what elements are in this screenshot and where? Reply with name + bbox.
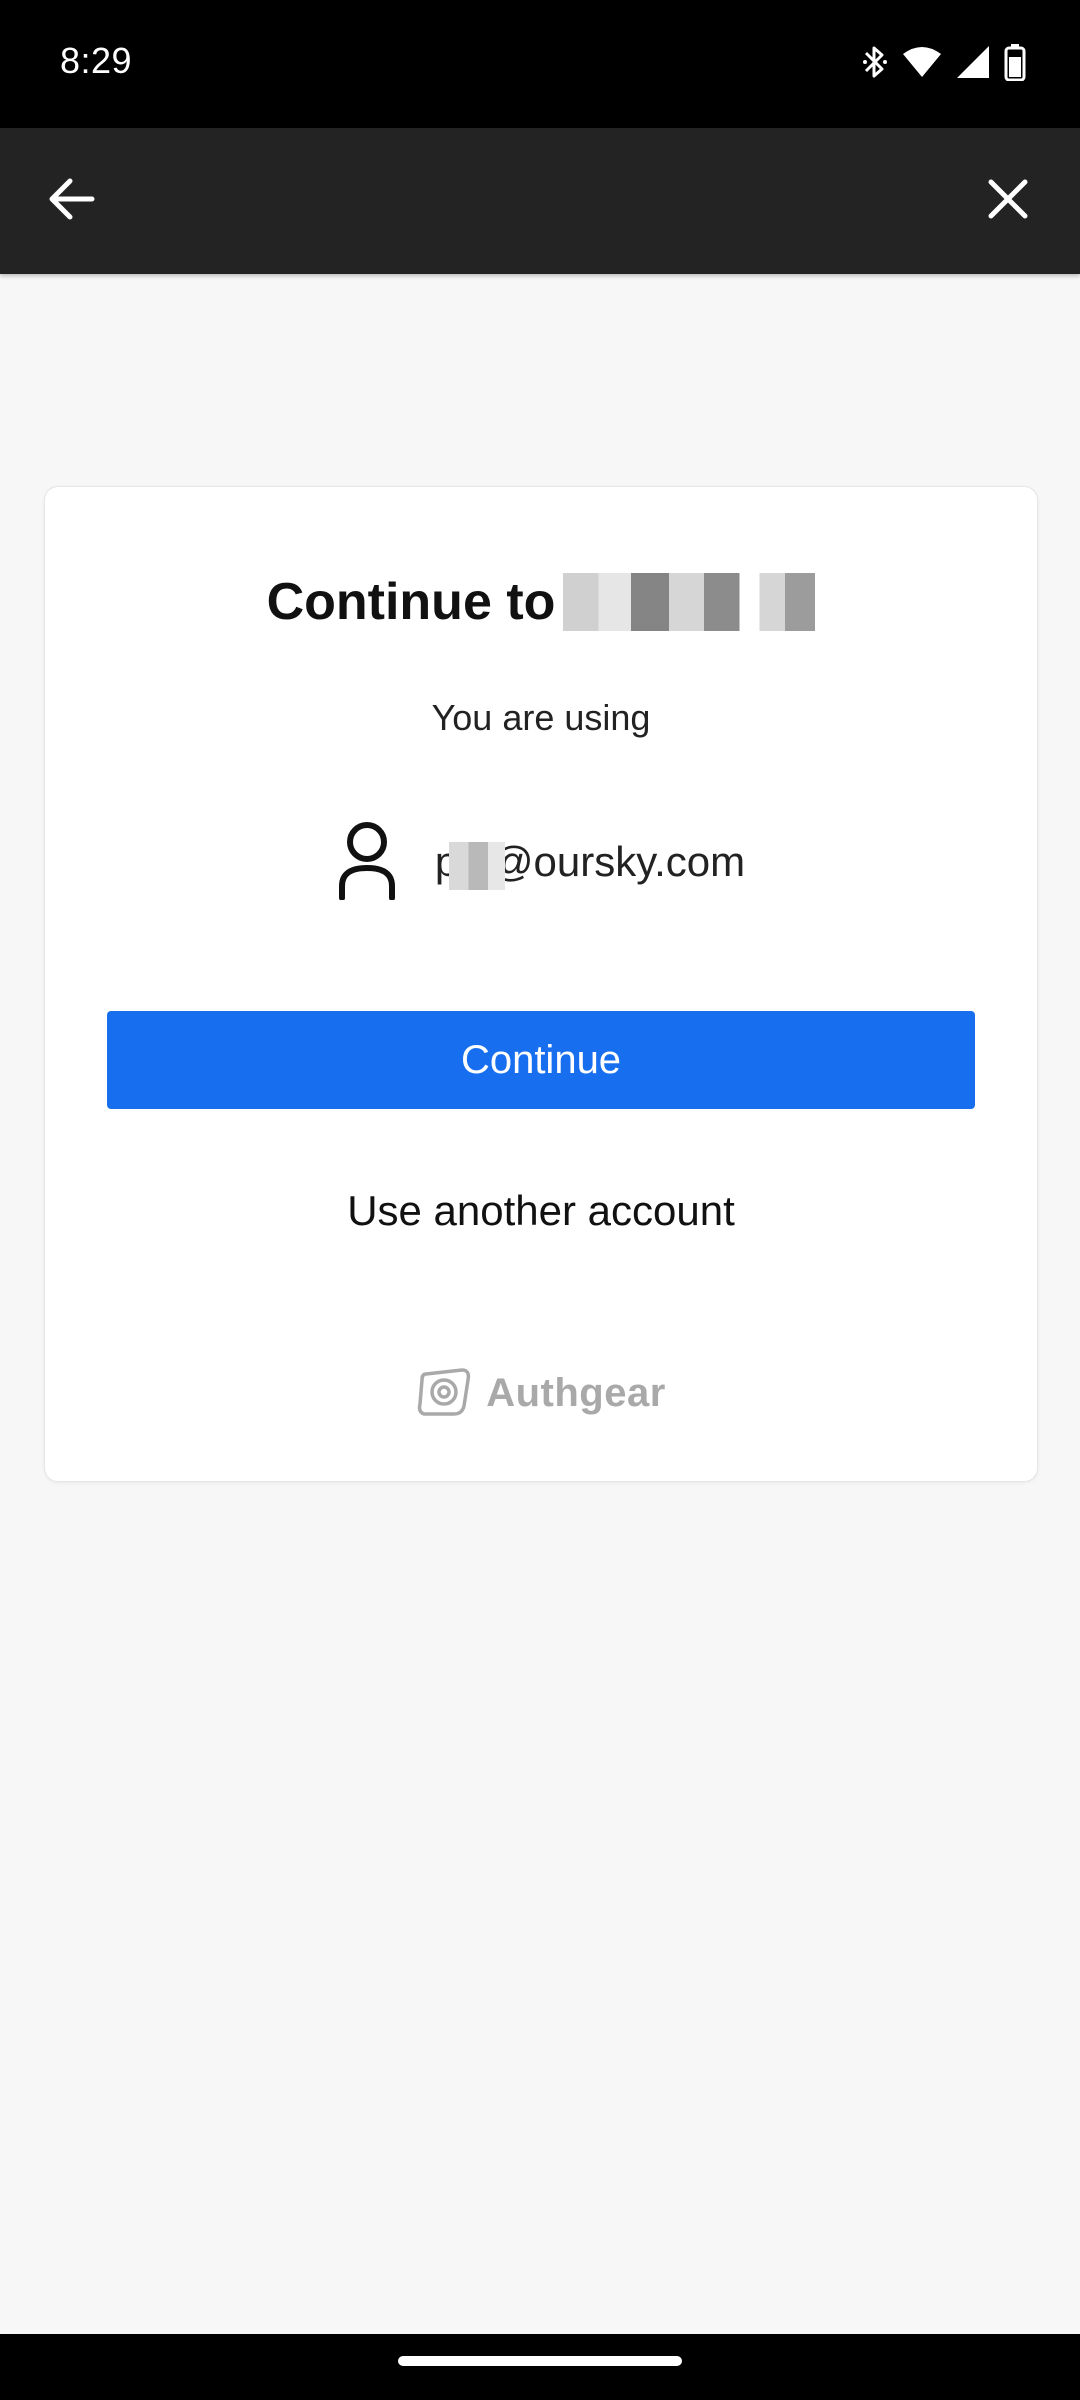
- home-indicator[interactable]: [398, 2356, 682, 2366]
- user-icon: [337, 820, 397, 905]
- back-button[interactable]: [32, 161, 112, 241]
- title-row: Continue to: [45, 567, 1037, 637]
- battery-icon: [1004, 43, 1026, 86]
- current-account: p s@oursky.com: [45, 817, 1037, 907]
- brand-name: Authgear: [486, 1370, 666, 1415]
- continue-card: Continue to You are using p s@oursky.com…: [44, 486, 1038, 1482]
- close-button[interactable]: [968, 161, 1048, 241]
- status-icons: [862, 43, 1026, 86]
- authgear-branding: Authgear: [45, 1363, 1037, 1423]
- status-time: 8:29: [60, 40, 133, 81]
- wifi-icon: [902, 45, 942, 84]
- page-title: Continue to: [266, 573, 556, 631]
- use-another-account-link[interactable]: Use another account: [45, 1187, 1037, 1235]
- toolbar: [0, 128, 1080, 274]
- account-email: p s@oursky.com: [435, 838, 745, 890]
- authgear-logo-icon: [416, 1366, 472, 1421]
- close-icon: [987, 178, 1029, 225]
- app-name-redacted: [563, 573, 816, 631]
- status-bar: 8:29: [0, 0, 1080, 128]
- arrow-left-icon: [48, 177, 96, 226]
- subtitle: You are using: [431, 697, 651, 738]
- email-redaction: [448, 842, 505, 890]
- cellular-signal-icon: [956, 45, 990, 84]
- continue-button[interactable]: Continue: [107, 1011, 975, 1109]
- bluetooth-icon: [862, 43, 888, 86]
- navigation-bar: [0, 2334, 1080, 2400]
